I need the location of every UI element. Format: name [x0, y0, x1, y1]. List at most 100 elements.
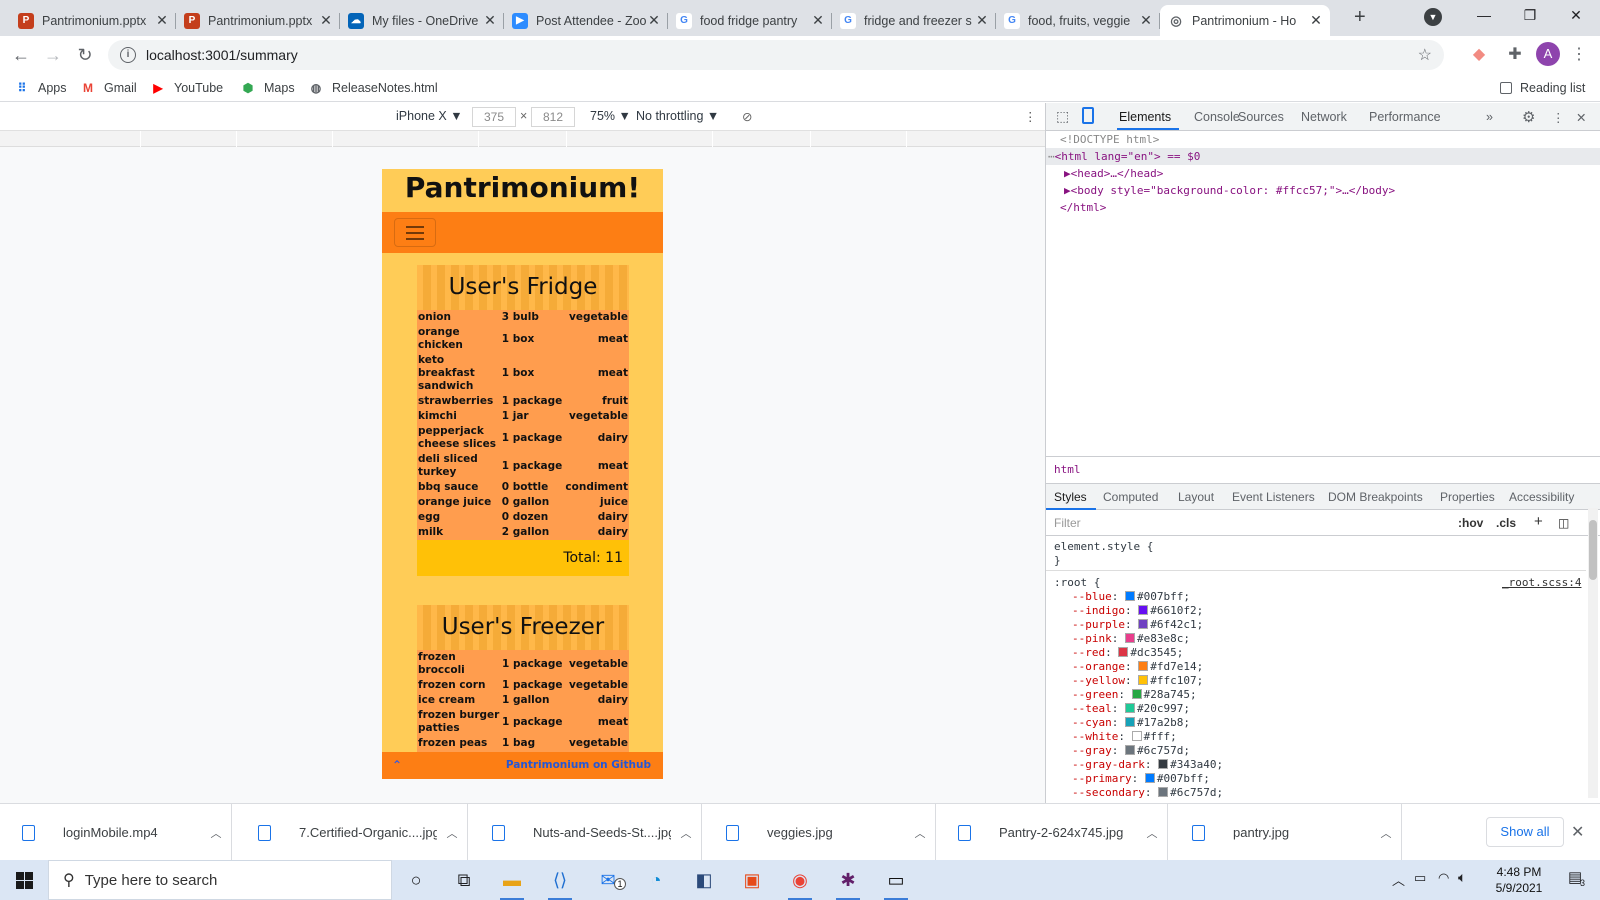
styles-tab-event-listeners[interactable]: Event Listeners — [1232, 490, 1315, 504]
download-item[interactable]: veggies.jpg ︿ — [704, 804, 936, 861]
color-swatch[interactable] — [1138, 605, 1149, 615]
toggle-sidebar-icon[interactable]: ◫ — [1558, 516, 1569, 530]
app-icon[interactable]: ◧ — [686, 864, 722, 896]
wifi-icon[interactable]: ◠ — [1438, 870, 1449, 886]
close-window-icon[interactable]: ✕ — [1554, 0, 1598, 30]
tab-5[interactable]: Gfood fridge pantry ✕ — [668, 5, 832, 36]
color-swatch[interactable] — [1125, 703, 1135, 713]
css-variable[interactable]: --green: #28a745; — [1072, 688, 1197, 702]
tab-2[interactable]: P Pantrimonium.pptx ✕ — [176, 5, 340, 36]
rotate-icon[interactable]: ⊘ — [742, 109, 752, 124]
github-link[interactable]: Pantrimonium on Github — [506, 759, 651, 771]
extension-icon[interactable]: ◆ — [1468, 44, 1490, 66]
scroll-up-icon[interactable]: ⌃ — [392, 758, 402, 772]
css-variable[interactable]: --blue: #007bff; — [1072, 590, 1190, 604]
color-swatch[interactable] — [1138, 661, 1149, 671]
bookmark-gmail[interactable]: M Gmail — [80, 78, 137, 98]
color-swatch[interactable] — [1118, 647, 1129, 657]
download-item[interactable]: pantry.jpg ︿ — [1170, 804, 1402, 861]
close-tab-icon[interactable]: ✕ — [482, 12, 498, 29]
more-tabs-icon[interactable]: » — [1486, 110, 1493, 124]
root-selector[interactable]: :root { — [1054, 576, 1100, 590]
chevron-up-icon[interactable]: ︿ — [1137, 825, 1167, 841]
styles-filter-input[interactable]: Filter — [1054, 516, 1081, 530]
download-item[interactable]: 7.Certified-Organic....jpg ︿ — [236, 804, 468, 861]
taskbar-search-box[interactable]: ⚲ Type here to search — [48, 860, 392, 900]
device-width-input[interactable]: 375 — [472, 107, 516, 127]
file-explorer-icon[interactable]: ▬ — [494, 864, 530, 900]
styles-tab-styles[interactable]: Styles — [1054, 490, 1087, 504]
devtools-tab-performance[interactable]: Performance — [1369, 110, 1441, 124]
chevron-up-icon[interactable]: ︿ — [905, 825, 935, 841]
volume-icon[interactable]: 🔈︎ — [1458, 869, 1466, 886]
styles-tab-accessibility[interactable]: Accessibility — [1509, 490, 1574, 504]
close-tab-icon[interactable]: ✕ — [810, 12, 826, 29]
color-swatch[interactable] — [1131, 731, 1142, 741]
bookmark-releasenotes-html[interactable]: ◍ ReleaseNotes.html — [308, 78, 438, 98]
devtools-tab-sources[interactable]: Sources — [1238, 110, 1284, 124]
css-variable[interactable]: --yellow: #ffc107; — [1072, 674, 1203, 688]
chevron-up-icon[interactable]: ︿ — [437, 825, 467, 841]
download-item[interactable]: loginMobile.mp4 ︿ — [0, 804, 232, 861]
css-variable[interactable]: --purple: #6f42c1; — [1072, 618, 1203, 632]
css-variable[interactable]: --red: #dc3545; — [1072, 646, 1183, 660]
color-swatch[interactable] — [1125, 745, 1135, 755]
color-swatch[interactable] — [1131, 689, 1142, 699]
device-height-input[interactable]: 812 — [531, 107, 575, 127]
css-variable[interactable]: --teal: #20c997; — [1072, 702, 1190, 716]
css-variable[interactable]: --gray-dark: #343a40; — [1072, 758, 1223, 772]
mail-icon[interactable]: ✉ 1 — [590, 864, 626, 896]
bookmark-maps[interactable]: ⬢ Maps — [240, 78, 295, 98]
download-item[interactable]: Nuts-and-Seeds-St....jpg ︿ — [470, 804, 702, 861]
windows-start-icon[interactable] — [0, 860, 48, 900]
close-shelf-icon[interactable]: ✕ — [1571, 822, 1584, 842]
show-all-downloads-button[interactable]: Show all — [1486, 817, 1564, 847]
devtools-close-icon[interactable]: ✕ — [1576, 110, 1586, 125]
office-icon[interactable]: ▣ — [734, 864, 770, 896]
notifications-icon[interactable]: ▤ 3 — [1568, 868, 1585, 888]
css-variable[interactable]: --orange: #fd7e14; — [1072, 660, 1203, 674]
hamburger-menu-icon[interactable] — [394, 218, 436, 247]
color-swatch[interactable] — [1144, 773, 1155, 783]
forward-icon[interactable]: → — [40, 42, 66, 68]
profile-avatar[interactable]: A — [1536, 42, 1560, 66]
styles-tab-layout[interactable]: Layout — [1178, 490, 1214, 504]
color-swatch[interactable] — [1158, 759, 1169, 769]
css-variable[interactable]: --gray: #6c757d; — [1072, 744, 1190, 758]
styles-tab-computed[interactable]: Computed — [1103, 490, 1158, 504]
css-variable[interactable]: --indigo: #6610f2; — [1072, 604, 1203, 618]
devtools-tab-network[interactable]: Network — [1301, 110, 1347, 124]
tab-4[interactable]: ▶ Post Attendee - Zoom ✕ — [504, 5, 668, 36]
close-tab-icon[interactable]: ✕ — [154, 12, 170, 29]
cls-toggle[interactable]: .cls — [1496, 516, 1516, 530]
address-bar[interactable]: i localhost:3001/summary ☆ — [108, 40, 1444, 70]
dom-doctype[interactable]: <!DOCTYPE html> — [1060, 131, 1159, 148]
styles-tab-dom-breakpoints[interactable]: DOM Breakpoints — [1328, 490, 1423, 504]
new-style-rule-icon[interactable]: + — [1534, 513, 1543, 530]
tray-chevron-icon[interactable]: ︿ — [1392, 870, 1405, 889]
close-tab-icon[interactable]: ✕ — [1138, 12, 1154, 29]
css-variable[interactable]: --pink: #e83e8c; — [1072, 632, 1190, 646]
slack-icon[interactable]: ✱ — [830, 864, 866, 900]
edge-icon[interactable]: ◔ — [638, 864, 674, 896]
chevron-up-icon[interactable]: ︿ — [201, 825, 231, 841]
puzzle-extensions-icon[interactable]: ✚ — [1504, 44, 1526, 66]
tab-3[interactable]: ☁ My files - OneDrive ✕ — [340, 5, 504, 36]
tab-7[interactable]: Gfood, fruits, veggie ✕ — [996, 5, 1160, 36]
minimize-icon[interactable]: — — [1462, 0, 1506, 30]
styles-tab-properties[interactable]: Properties — [1440, 490, 1495, 504]
zoom-select[interactable]: 75% ▼ — [590, 109, 631, 123]
terminal-icon[interactable]: ▭ — [878, 864, 914, 900]
reload-icon[interactable]: ↻ — [72, 42, 98, 68]
back-icon[interactable]: ← — [8, 42, 34, 68]
site-info-icon[interactable]: i — [120, 47, 136, 63]
close-tab-icon[interactable]: ✕ — [974, 12, 990, 29]
download-item[interactable]: Pantry-2-624x745.jpg ︿ — [936, 804, 1168, 861]
close-tab-icon[interactable]: ✕ — [646, 12, 662, 29]
device-toggle-icon[interactable] — [1082, 107, 1094, 124]
close-tab-icon[interactable]: ✕ — [318, 12, 334, 29]
chrome-menu-icon[interactable]: ⋮ — [1568, 44, 1590, 66]
tab-search-icon[interactable]: ▼ — [1424, 8, 1442, 26]
dom-html-close[interactable]: </html> — [1060, 199, 1106, 216]
devtools-tab-elements[interactable]: Elements — [1119, 110, 1171, 124]
